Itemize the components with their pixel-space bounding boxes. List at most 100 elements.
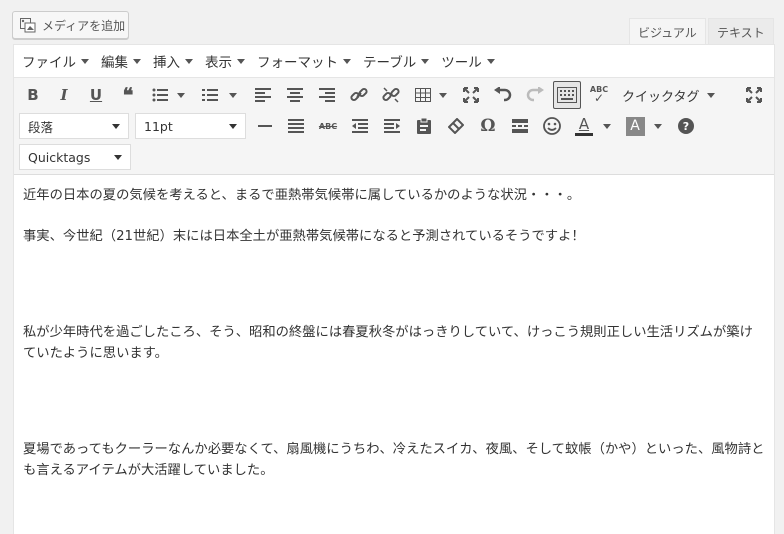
expand-icon — [746, 87, 762, 103]
menu-tools-label: ツール — [441, 55, 482, 71]
help-icon: ? — [678, 118, 694, 134]
toolbar-toggle-button[interactable] — [553, 81, 581, 109]
tab-text[interactable]: テキスト — [708, 18, 774, 45]
add-media-button[interactable]: メディアを追加 — [12, 11, 129, 39]
read-more-icon — [512, 119, 528, 133]
content-paragraph-3: 私が少年時代を過ごしたころ、そう、昭和の終盤には春夏秋冬がはっきりしていて、けっ… — [23, 325, 753, 361]
spellcheck-icon: ABC ✓ — [589, 85, 609, 105]
table-button[interactable] — [409, 81, 437, 109]
unlink-icon — [382, 87, 400, 103]
content-paragraph-4: 夏場であってもクーラーなんか必要なくて、扇風機にうちわ、冷えたスイカ、夜風、そし… — [23, 442, 765, 478]
align-right-button[interactable] — [313, 81, 341, 109]
font-size-select[interactable]: 11pt — [135, 113, 246, 139]
menu-tools[interactable]: ツール — [437, 51, 499, 71]
chevron-down-icon — [185, 58, 193, 64]
chevron-down-icon — [177, 92, 185, 98]
background-color-letter: A — [630, 118, 640, 134]
table-dropdown[interactable] — [436, 81, 450, 109]
clipboard-icon — [417, 118, 431, 134]
redo-button[interactable] — [521, 81, 549, 109]
bullet-list-button[interactable] — [146, 81, 174, 109]
quicktags-select[interactable]: Quicktags — [19, 144, 131, 170]
remove-link-button[interactable] — [377, 81, 405, 109]
menu-view[interactable]: 表示 — [201, 51, 249, 71]
help-button[interactable]: ? — [672, 112, 700, 140]
outdent-icon — [352, 119, 368, 133]
outdent-button[interactable] — [346, 112, 374, 140]
menu-view-label: 表示 — [205, 55, 232, 71]
background-color-button[interactable]: A — [621, 112, 649, 140]
text-color-button[interactable]: A — [570, 112, 598, 140]
clear-formatting-button[interactable] — [442, 112, 470, 140]
blockquote-button[interactable]: ❝ — [114, 81, 142, 109]
table-icon — [415, 88, 431, 102]
chevron-down-icon — [421, 58, 430, 64]
numbered-list-dropdown[interactable] — [226, 81, 240, 109]
smiley-icon — [543, 117, 561, 135]
distraction-free-button[interactable] — [740, 81, 768, 109]
menu-insert-label: 挿入 — [153, 55, 180, 71]
chevron-down-icon — [237, 58, 245, 64]
special-character-button[interactable]: Ω — [474, 112, 502, 140]
underline-button[interactable]: U — [82, 81, 110, 109]
bullet-list-icon — [152, 88, 168, 102]
omega-icon: Ω — [480, 116, 496, 136]
align-left-button[interactable] — [249, 81, 277, 109]
text-color-bar — [575, 132, 593, 136]
quicktag-label: クイックタグ — [622, 89, 700, 105]
read-more-button[interactable] — [506, 112, 534, 140]
chevron-down-icon — [229, 123, 237, 129]
bullet-list-dropdown[interactable] — [174, 81, 188, 109]
format-select[interactable]: 段落 — [19, 113, 129, 139]
chevron-down-icon — [707, 92, 716, 98]
menu-format-label: フォーマット — [257, 55, 338, 71]
bold-button[interactable]: B — [19, 81, 47, 109]
indent-icon — [384, 119, 400, 133]
quote-icon: ❝ — [122, 83, 134, 107]
justify-button[interactable] — [282, 112, 310, 140]
align-center-button[interactable] — [281, 81, 309, 109]
chevron-down-icon — [133, 58, 141, 64]
chevron-down-icon — [439, 92, 447, 98]
italic-button[interactable]: I — [50, 81, 78, 109]
align-left-icon — [255, 88, 271, 102]
background-color-dropdown[interactable] — [651, 112, 665, 140]
format-select-value: 段落 — [28, 119, 54, 135]
chevron-down-icon — [486, 58, 495, 64]
emoji-button[interactable] — [538, 112, 566, 140]
text-color-dropdown[interactable] — [600, 112, 614, 140]
chevron-down-icon — [603, 123, 611, 129]
editor-content[interactable]: 近年の日本の夏の気候を考えると、まるで亜熱帯気候帯に属しているかのような状況・・… — [14, 175, 774, 511]
align-center-icon — [287, 88, 303, 102]
menu-bar: ファイル 編集 挿入 表示 フォーマット テーブル ツール — [14, 45, 774, 78]
font-size-select-value: 11pt — [144, 118, 173, 134]
strikethrough-button[interactable]: ABC — [314, 112, 342, 140]
paste-text-button[interactable] — [410, 112, 438, 140]
spellcheck-button[interactable]: ABC ✓ — [585, 81, 613, 109]
chevron-down-icon — [81, 58, 89, 64]
horizontal-line-button[interactable] — [251, 112, 279, 140]
fullscreen-button[interactable] — [457, 81, 485, 109]
menu-table[interactable]: テーブル — [359, 51, 433, 71]
undo-button[interactable] — [489, 81, 517, 109]
quicktag-dropdown[interactable]: クイックタグ — [622, 81, 716, 109]
chevron-down-icon — [229, 92, 237, 98]
align-right-icon — [319, 88, 335, 102]
text-color-letter: A — [578, 114, 590, 133]
undo-icon — [494, 87, 512, 102]
insert-link-button[interactable] — [345, 81, 373, 109]
menu-format[interactable]: フォーマット — [253, 51, 355, 71]
indent-button[interactable] — [378, 112, 406, 140]
numbered-list-button[interactable] — [196, 81, 224, 109]
menu-file[interactable]: ファイル — [18, 51, 93, 71]
background-color-icon: A — [625, 116, 645, 136]
chevron-down-icon — [114, 154, 122, 160]
bold-icon: B — [27, 86, 39, 104]
menu-edit[interactable]: 編集 — [97, 51, 145, 71]
text-color-icon: A — [575, 114, 593, 136]
editor-toolbar: ファイル 編集 挿入 表示 フォーマット テーブル ツール B I U ❝ AB… — [14, 45, 774, 175]
tab-visual[interactable]: ビジュアル — [629, 18, 706, 45]
chevron-down-icon — [112, 123, 120, 129]
menu-insert[interactable]: 挿入 — [149, 51, 197, 71]
quicktags-select-value: Quicktags — [28, 149, 91, 165]
